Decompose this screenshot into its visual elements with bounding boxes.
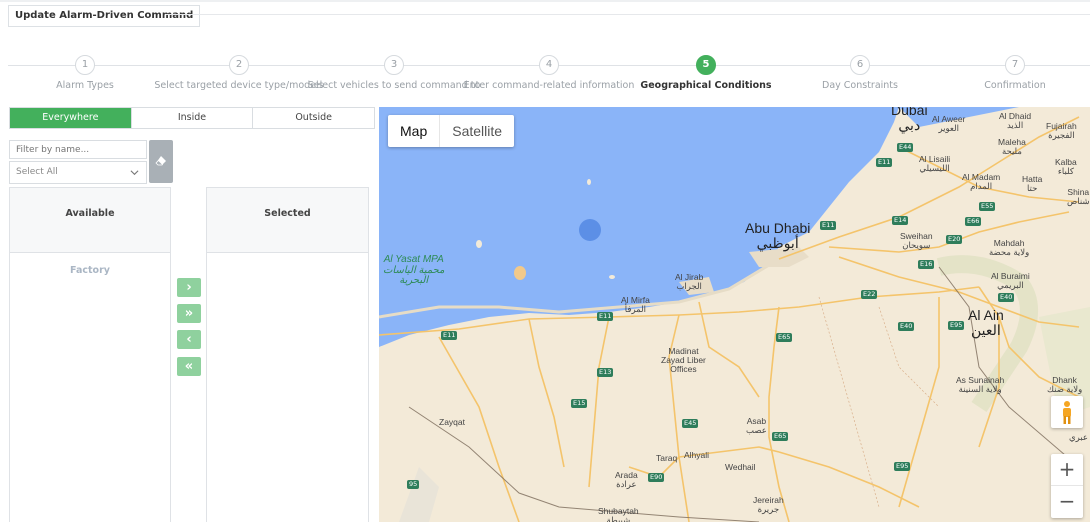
map-label-dubai: Dubai دبي <box>891 107 928 133</box>
road-shield: E11 <box>597 312 614 321</box>
select-all-value: Select All <box>16 167 58 177</box>
chevron-down-icon <box>130 170 139 176</box>
map-label-as-sunainah: As Sunainah ولاية السنينة <box>956 375 1005 394</box>
zone-tabs: Everywhere Inside Outside <box>9 107 375 129</box>
map-type-satellite-button[interactable]: Satellite <box>440 115 514 147</box>
step-number: 1 <box>75 55 95 75</box>
map-label-al-ain: Al Ain العين <box>968 307 1004 338</box>
road-shield: E14 <box>892 216 909 225</box>
step-number: 4 <box>539 55 559 75</box>
road-shield: E40 <box>898 322 915 331</box>
map-label-asab: Asab عصب <box>746 416 767 435</box>
map-label-maleha: Maleha مليحة <box>998 137 1026 156</box>
tab-outside[interactable]: Outside <box>253 108 375 128</box>
map-label-jereirah: Jereirah جريرة <box>753 495 784 514</box>
road-shield: E11 <box>441 331 458 340</box>
map-label-al-madam: Al Madam المدام <box>962 172 1001 191</box>
map-label-al-dhaid: Al Dhaid الذيد <box>999 111 1032 130</box>
map-label-al-buraimi: Al Buraimi البريمي <box>991 271 1030 290</box>
road-shield: E66 <box>965 217 982 226</box>
map-label-sweihan: Sweihan سويحان <box>900 231 933 250</box>
step-number: 6 <box>850 55 870 75</box>
map-type-control: Map Satellite <box>388 115 515 147</box>
road-shield: E65 <box>776 333 793 342</box>
map-label-shinas: Shina شناص <box>1067 187 1090 206</box>
wizard-steps: 1 Alarm Types 2 Select targeted device t… <box>0 54 1090 98</box>
road-shield: E16 <box>918 260 935 269</box>
selected-list: Selected <box>206 187 369 522</box>
street-view-pegman-button[interactable] <box>1051 396 1083 428</box>
move-left-button[interactable]: ‹ <box>177 330 201 349</box>
tab-inside[interactable]: Inside <box>131 108 254 128</box>
map-label-madinat-zayed: Madinat Zayad Liber Offices <box>661 346 706 374</box>
road-shield: E22 <box>861 290 878 299</box>
step-label: Geographical Conditions <box>640 80 772 91</box>
zoom-in-button[interactable]: + <box>1051 454 1083 486</box>
road-shield: E90 <box>648 473 665 482</box>
road-shield: E15 <box>571 399 588 408</box>
road-shield: E13 <box>597 368 614 377</box>
zoom-control: + − <box>1051 454 1083 518</box>
map-label-wedhail: Wedhail <box>725 462 756 472</box>
map-label-al-mirfa: Al Mirfa المرفأ <box>621 295 650 314</box>
map-type-map-button[interactable]: Map <box>388 115 441 147</box>
clear-filter-button[interactable] <box>149 140 173 183</box>
step-number: 3 <box>384 55 404 75</box>
map-label-ibri: عبري <box>1069 432 1088 442</box>
road-shield: 95 <box>407 480 420 489</box>
step-number: 2 <box>229 55 249 75</box>
title-divider <box>166 14 1090 15</box>
road-shield: E95 <box>894 462 911 471</box>
available-list: Available Factory <box>9 187 171 522</box>
available-header: Available <box>10 188 170 253</box>
selected-header: Selected <box>207 188 368 253</box>
road-shield: E40 <box>998 293 1015 302</box>
road-shield: E11 <box>876 158 893 167</box>
road-shield: E20 <box>946 235 963 244</box>
road-shield: E95 <box>948 321 965 330</box>
map-label-dhank: Dhank ولاية ضنك <box>1047 375 1083 394</box>
road-shield: E45 <box>682 419 699 428</box>
map-label-fujairah: Fujairah الفجيرة <box>1046 121 1077 140</box>
map-label-al-aweer: Al Aweer العوير <box>932 114 966 133</box>
zoom-out-button[interactable]: − <box>1051 486 1083 518</box>
step-label: Select targeted device type/models <box>154 80 324 91</box>
page-title: Update Alarm-Driven Command <box>8 5 201 27</box>
map-label-taraq: Taraq <box>656 453 678 463</box>
map-label-mahdah: Mahdah ولاية محضة <box>989 238 1030 257</box>
step-label: Enter command-related information <box>463 80 635 91</box>
road-shield: E44 <box>897 143 914 152</box>
step-label: Day Constraints <box>822 80 898 91</box>
top-border <box>0 0 1090 2</box>
step-number: 7 <box>1005 55 1025 75</box>
map-label-hatta: Hatta حتا <box>1022 174 1043 193</box>
map-view[interactable]: Map Satellite Dubai دبي Al Aweer العوير Al… <box>379 107 1090 522</box>
step-number: 5 <box>696 55 716 75</box>
road-shield: E65 <box>772 432 789 441</box>
select-all-dropdown[interactable]: Select All <box>9 161 147 184</box>
step-label: Select vehicles to send command to <box>307 80 481 91</box>
map-label-abu-dhabi: Abu Dhabi أبوظبي <box>745 220 811 251</box>
move-right-button[interactable]: › <box>177 278 201 297</box>
move-all-right-button[interactable]: » <box>177 304 201 323</box>
eraser-icon <box>155 156 166 166</box>
road-shield: E11 <box>820 221 837 230</box>
map-label-al-jirab: Al Jirab الجراب <box>675 272 704 291</box>
pegman-icon <box>1063 401 1071 424</box>
map-label-arada: Arada عرادة <box>615 470 638 489</box>
map-label-al-lisaili: Al Lisaili الليسيلي <box>919 154 951 173</box>
map-label-alhyali: Alhyali <box>684 450 710 460</box>
move-all-left-button[interactable]: « <box>177 357 201 376</box>
map-label-shubaytah: Shubaytah شبيطة <box>598 506 639 522</box>
map-label-al-yasat: Al Yasat MPA محمية الياسات البحرية <box>383 254 445 286</box>
tab-everywhere[interactable]: Everywhere <box>10 108 132 128</box>
step-label: Confirmation <box>984 80 1046 91</box>
map-label-kalba: Kalba كلباء <box>1055 157 1077 176</box>
map-label-zayqat: Zayqat <box>439 417 465 427</box>
road-shield: E55 <box>979 202 996 211</box>
list-item[interactable]: Factory <box>10 265 170 276</box>
filter-input[interactable] <box>9 140 147 159</box>
